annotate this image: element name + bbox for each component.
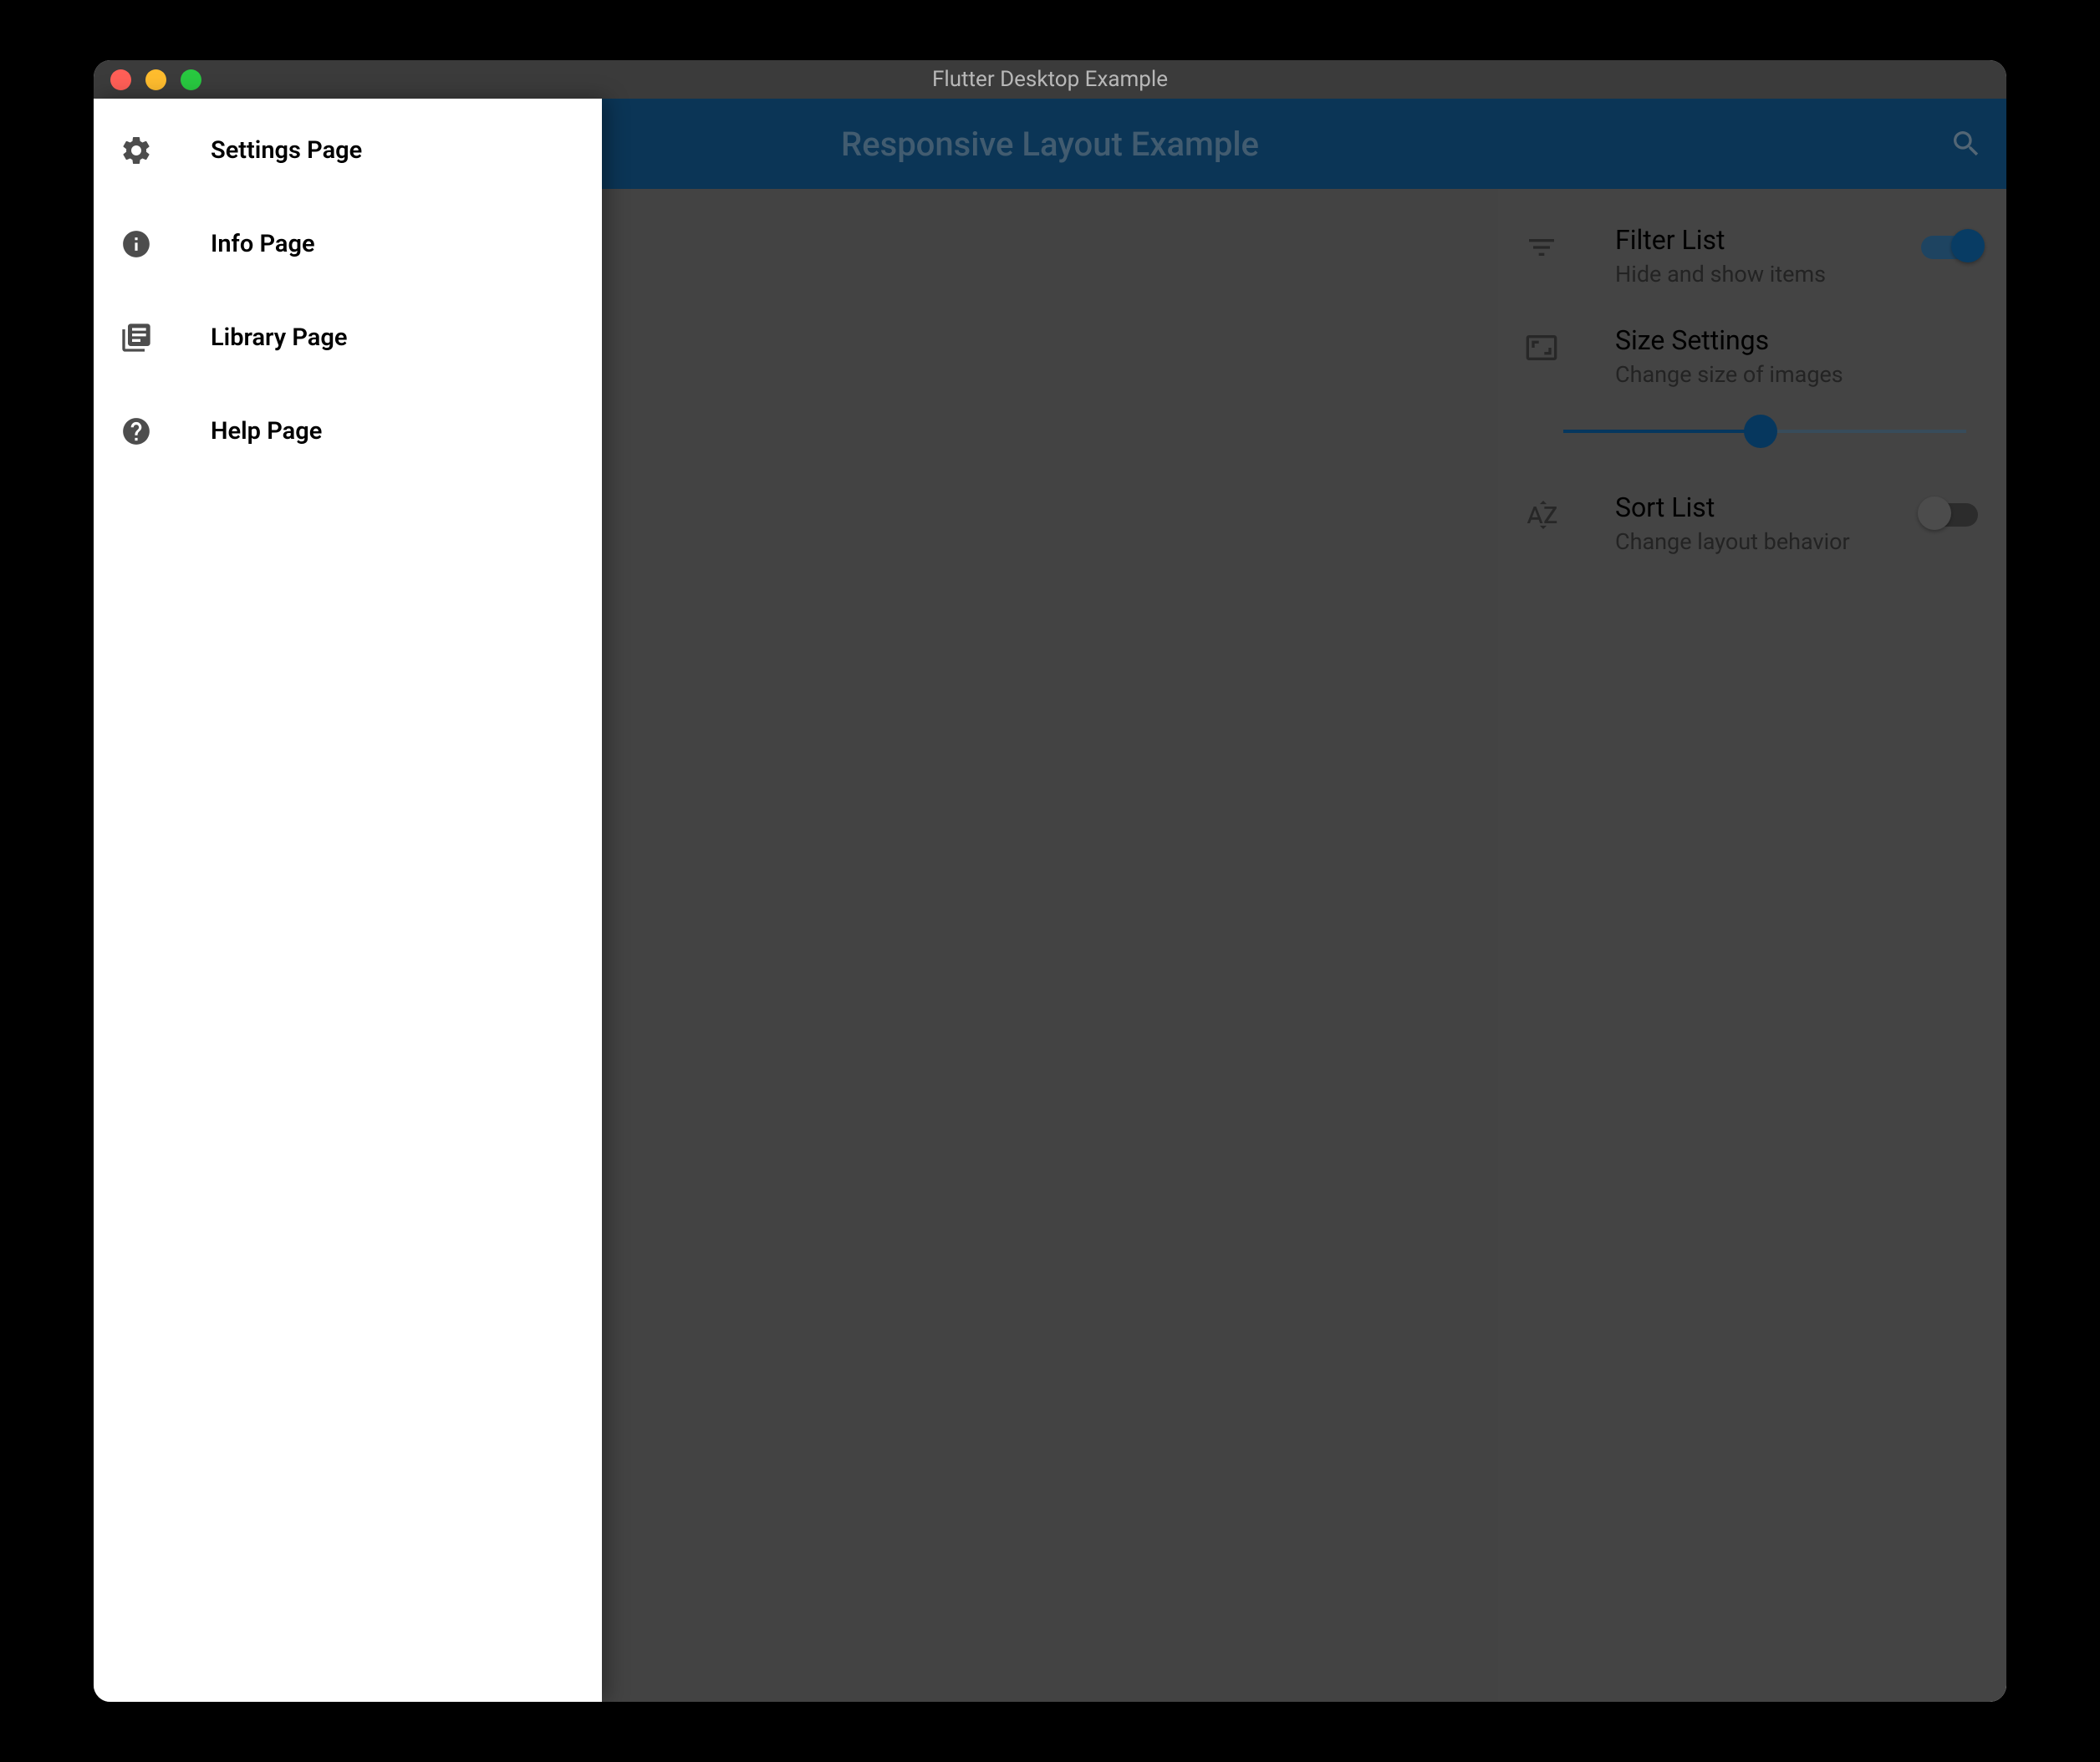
minimize-window-button[interactable] (145, 69, 166, 90)
drawer-item-label: Info Page (211, 230, 315, 258)
titlebar: Flutter Desktop Example (94, 60, 2006, 99)
info-icon (119, 227, 154, 262)
close-window-button[interactable] (110, 69, 131, 90)
drawer-item-label: Settings Page (211, 136, 362, 165)
navigation-drawer: Settings Page Info Page Library Page Hel… (94, 99, 602, 1702)
window-title: Flutter Desktop Example (94, 67, 2006, 92)
gear-icon (119, 133, 154, 168)
drawer-item-library[interactable]: Library Page (94, 291, 602, 384)
library-icon (119, 320, 154, 355)
window-controls (94, 69, 201, 90)
drawer-item-help[interactable]: Help Page (94, 384, 602, 478)
drawer-item-settings[interactable]: Settings Page (94, 104, 602, 197)
app-window: Flutter Desktop Example Responsive Layou… (94, 60, 2006, 1702)
fullscreen-window-button[interactable] (181, 69, 201, 90)
drawer-item-label: Help Page (211, 417, 322, 446)
drawer-item-label: Library Page (211, 323, 347, 352)
client-area: Responsive Layout Example Close Filter L… (94, 99, 2006, 1702)
drawer-item-info[interactable]: Info Page (94, 197, 602, 291)
help-icon (119, 414, 154, 449)
